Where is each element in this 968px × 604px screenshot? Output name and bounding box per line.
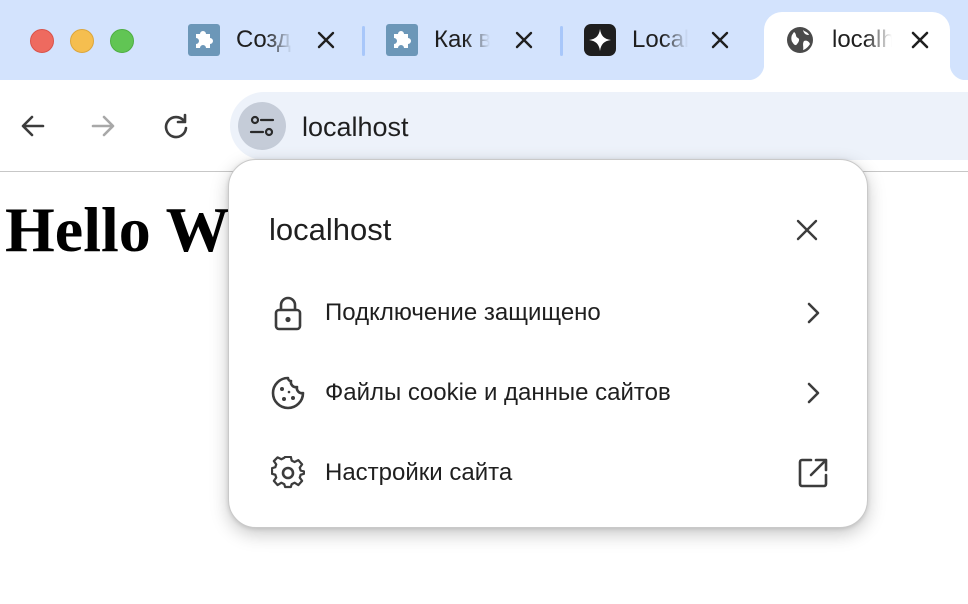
item-label: Настройки сайта	[325, 459, 513, 486]
chevron-right-icon	[795, 295, 831, 331]
settings-gear-icon	[269, 454, 307, 492]
site-info-popup: localhost Подключение защищено Файлы coo…	[228, 159, 868, 528]
reload-icon	[164, 113, 188, 139]
chevron-right-icon	[795, 375, 831, 411]
tab-title: Как в	[434, 26, 490, 53]
site-info-button[interactable]	[238, 102, 286, 150]
tab-1[interactable]: Созд	[188, 12, 364, 68]
tune-icon	[249, 115, 275, 137]
close-tab-icon[interactable]	[510, 26, 538, 54]
arrow-left-icon	[21, 115, 45, 137]
window-close-button[interactable]	[30, 29, 54, 53]
close-tab-icon[interactable]	[706, 26, 734, 54]
item-label: Подключение защищено	[325, 299, 601, 326]
tab-strip: Созд Как в Local localh	[0, 0, 968, 80]
tab-title: localhost	[832, 26, 892, 53]
reload-button[interactable]	[156, 106, 196, 146]
close-tab-icon[interactable]	[312, 26, 340, 54]
tab-title: Local	[632, 26, 688, 53]
lock-icon	[269, 294, 307, 332]
window-minimize-button[interactable]	[70, 29, 94, 53]
sparkle-icon	[584, 24, 616, 56]
item-label: Файлы cookie и данные сайтов	[325, 379, 671, 406]
address-bar[interactable]: localhost	[230, 92, 968, 160]
cookie-icon	[269, 374, 307, 412]
extension-puzzle-icon	[386, 24, 418, 56]
url-text[interactable]: localhost	[302, 112, 409, 143]
extension-puzzle-icon	[188, 24, 220, 56]
connection-secure-item[interactable]: Подключение защищено	[229, 278, 869, 346]
tab-2[interactable]: Как в	[386, 12, 562, 68]
tab-4[interactable]: localhost	[784, 12, 944, 68]
tab-title: Созд	[236, 26, 291, 53]
site-settings-item[interactable]: Настройки сайта	[229, 438, 869, 506]
globe-icon	[784, 24, 816, 56]
tab-separator	[362, 26, 365, 56]
close-icon	[796, 219, 818, 241]
window-maximize-button[interactable]	[110, 29, 134, 53]
cookies-item[interactable]: Файлы cookie и данные сайтов	[229, 358, 869, 426]
popup-title: localhost	[269, 212, 392, 247]
tab-active[interactable]: localhost	[748, 12, 966, 80]
popup-close-button[interactable]	[789, 212, 825, 248]
tab-separator	[560, 26, 563, 56]
open-in-new-icon	[795, 455, 831, 491]
arrow-right-icon	[91, 115, 115, 137]
close-tab-icon[interactable]	[906, 26, 934, 54]
back-button[interactable]	[13, 106, 53, 146]
tab-3[interactable]: Local	[584, 12, 760, 68]
forward-button[interactable]	[83, 106, 123, 146]
